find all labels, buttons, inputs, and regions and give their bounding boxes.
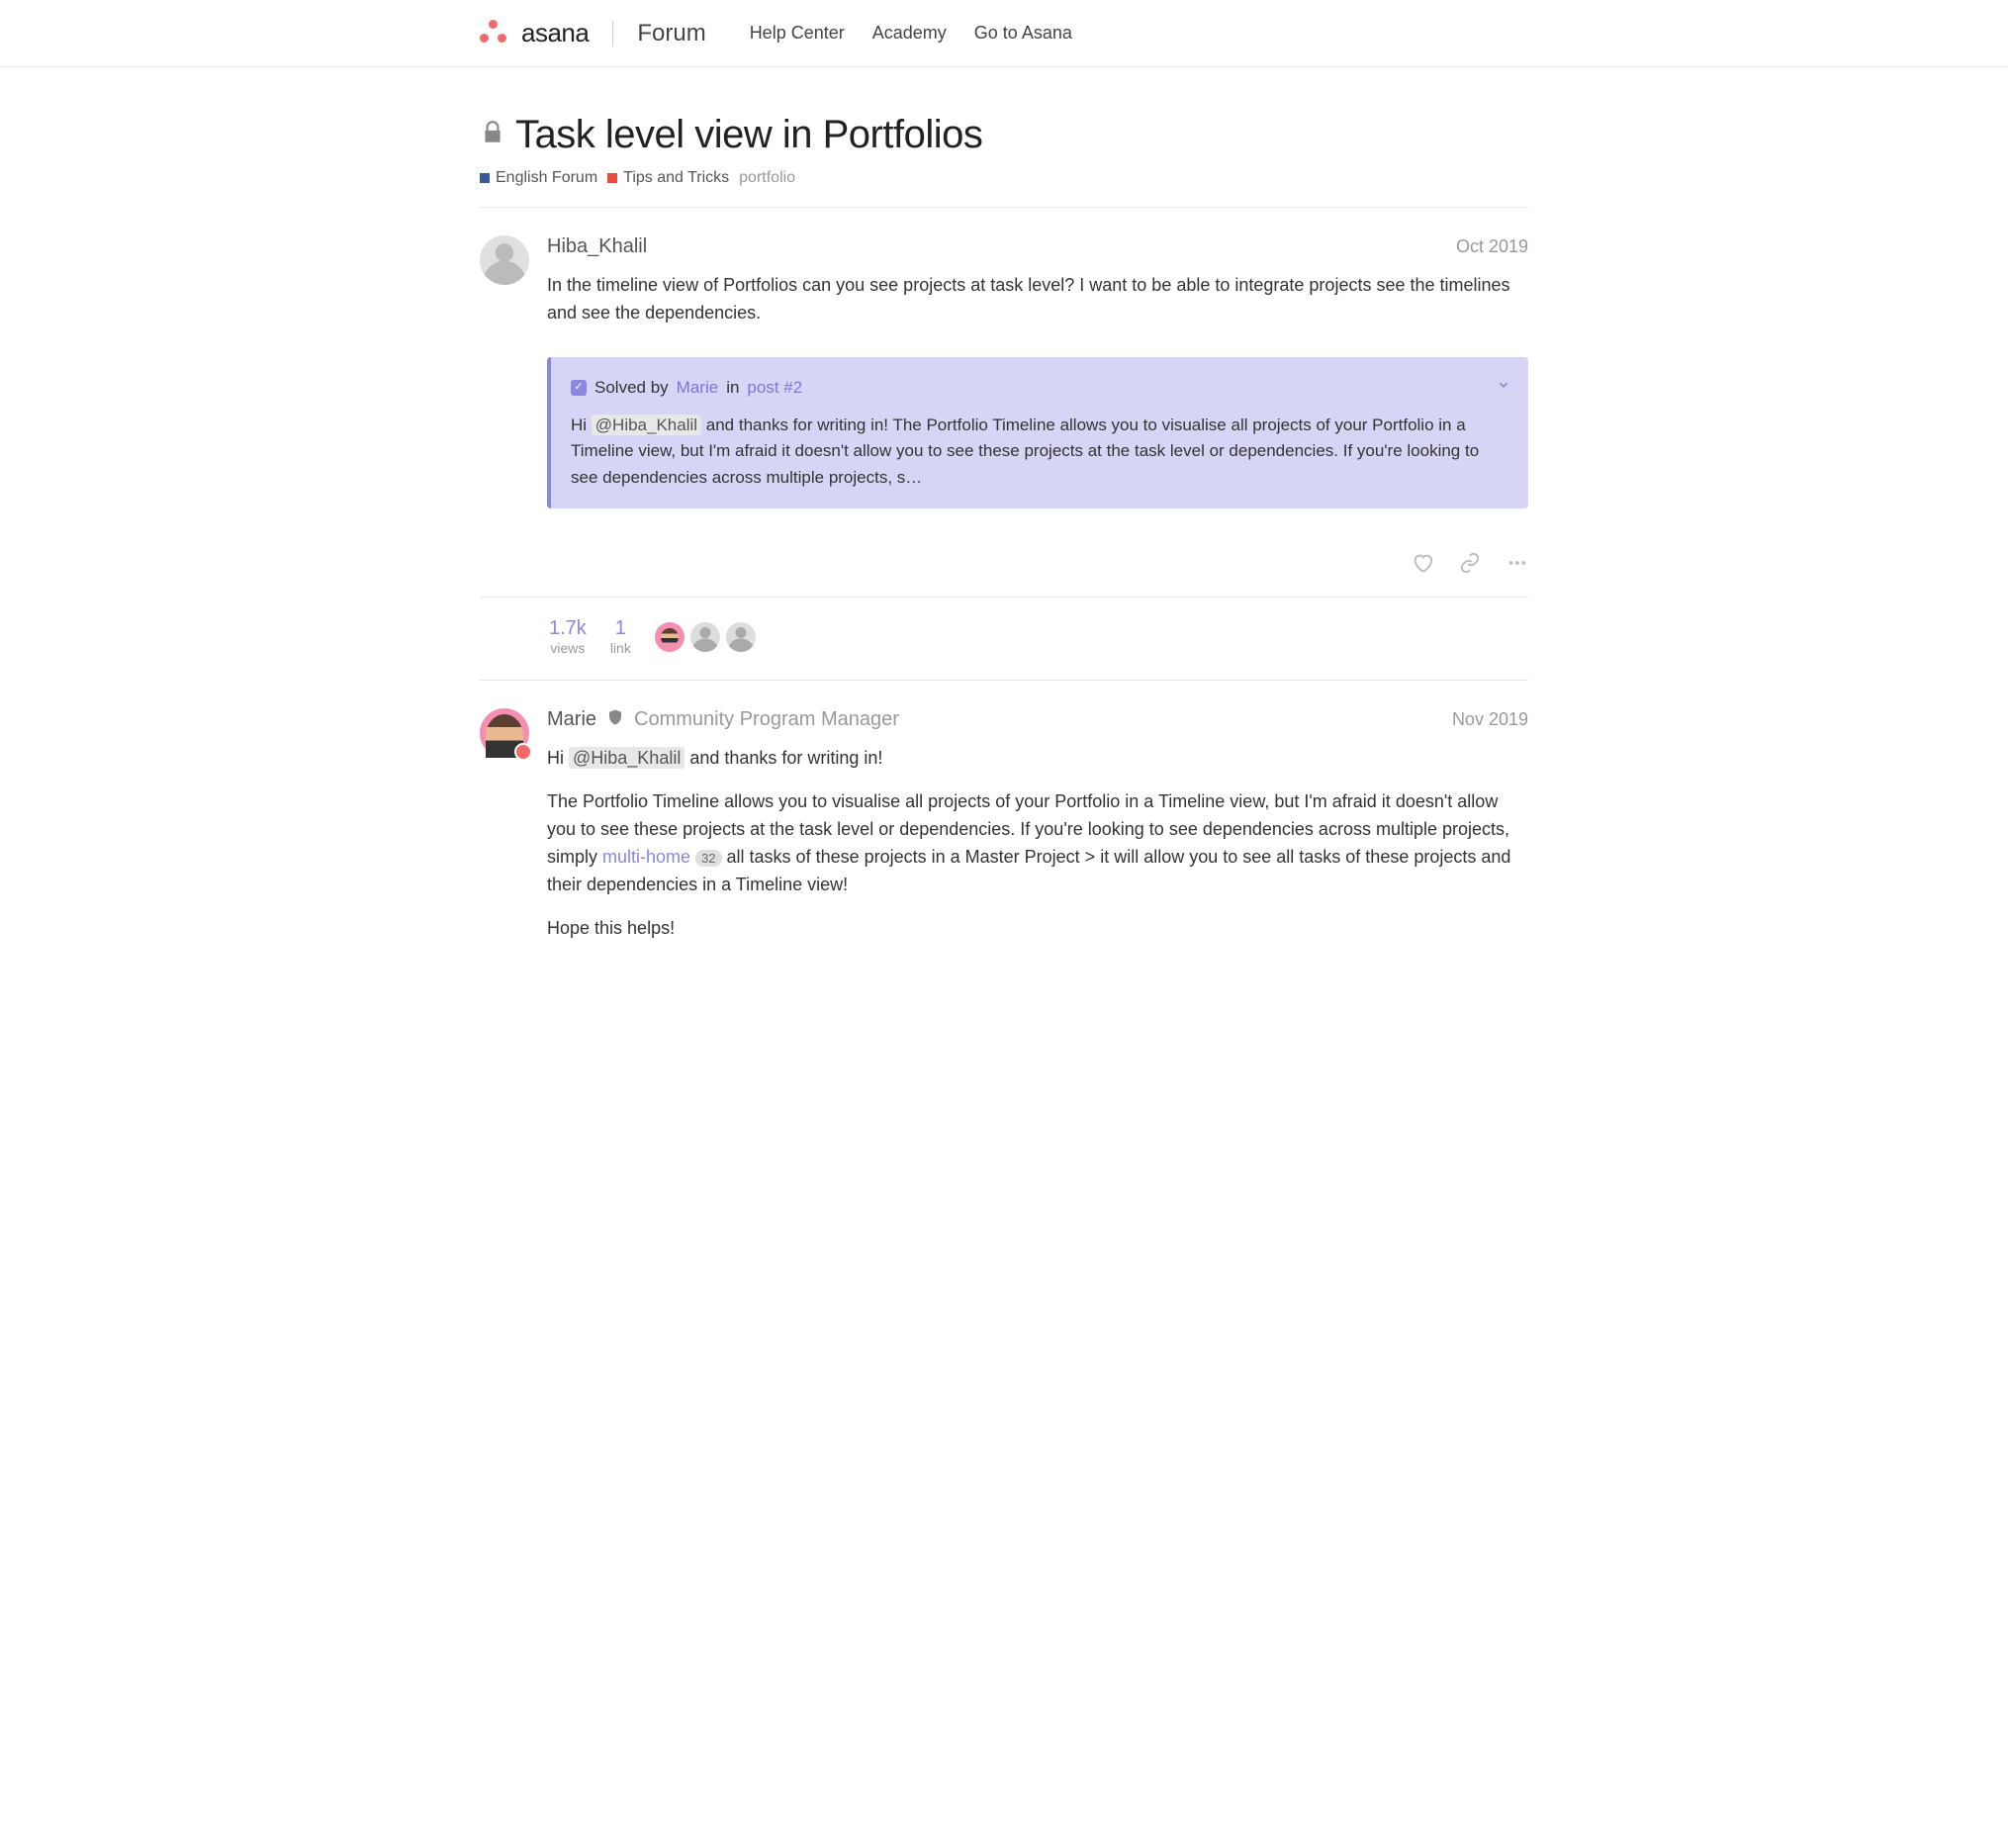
nav-help-center[interactable]: Help Center — [750, 23, 845, 44]
author-role: Community Program Manager — [634, 708, 899, 731]
solver-link[interactable]: Marie — [677, 375, 719, 401]
asana-logo-icon — [480, 20, 507, 47]
divider — [612, 21, 613, 46]
chevron-down-icon[interactable] — [1497, 373, 1510, 401]
post-actions — [547, 528, 1528, 597]
site-header: asana Forum Help Center Academy Go to As… — [0, 0, 2008, 67]
link-stat[interactable]: 1 link — [610, 617, 631, 656]
check-icon: ✓ — [571, 380, 587, 396]
post-body-main: The Portfolio Timeline allows you to vis… — [547, 788, 1528, 899]
participant-avatars — [655, 622, 756, 652]
category-tips-tricks[interactable]: Tips and Tricks — [607, 169, 729, 187]
more-menu-button[interactable] — [1506, 552, 1528, 579]
post: Hiba_Khalil Oct 2019 In the timeline vie… — [480, 207, 1528, 597]
nav-academy[interactable]: Academy — [872, 23, 947, 44]
share-link-button[interactable] — [1459, 552, 1481, 579]
post: Marie Community Program Manager Nov 2019… — [480, 680, 1528, 958]
logo[interactable]: asana — [480, 18, 589, 48]
like-button[interactable] — [1412, 552, 1433, 579]
solution-preview: Hi @Hiba_Khalil and thanks for writing i… — [571, 413, 1508, 491]
user-mention[interactable]: @Hiba_Khalil — [569, 747, 685, 769]
post-closing: Hope this helps! — [547, 915, 1528, 943]
topic-header: Task level view in Portfolios English Fo… — [480, 67, 1528, 207]
post-ref-link[interactable]: post #2 — [747, 375, 802, 401]
topic-stats: 1.7k views 1 link — [480, 597, 1528, 680]
nav-go-to-asana[interactable]: Go to Asana — [974, 23, 1072, 44]
post-greeting: Hi @Hiba_Khalil and thanks for writing i… — [547, 745, 1528, 773]
avatar[interactable] — [726, 622, 756, 652]
category-english-forum[interactable]: English Forum — [480, 169, 597, 187]
post-date[interactable]: Nov 2019 — [1452, 709, 1528, 730]
inline-link[interactable]: multi-home — [602, 847, 690, 867]
post-date[interactable]: Oct 2019 — [1456, 236, 1528, 257]
author-name[interactable]: Marie — [547, 708, 596, 731]
user-mention[interactable]: @Hiba_Khalil — [592, 415, 701, 435]
link-count-badge: 32 — [695, 850, 721, 867]
avatar[interactable] — [690, 622, 720, 652]
avatar[interactable] — [480, 708, 529, 758]
avatar[interactable] — [480, 235, 529, 285]
solution-box[interactable]: ✓ Solved by Marie in post #2 Hi @Hiba_Kh… — [547, 357, 1528, 508]
staff-badge-icon — [514, 743, 532, 761]
author-name[interactable]: Hiba_Khalil — [547, 235, 647, 258]
lock-icon — [480, 120, 505, 150]
topic-tag[interactable]: portfolio — [739, 169, 795, 187]
views-stat[interactable]: 1.7k views — [549, 617, 587, 656]
topic-title: Task level view in Portfolios — [515, 113, 982, 157]
forum-label[interactable]: Forum — [637, 20, 705, 47]
post-text: In the timeline view of Portfolios can y… — [547, 272, 1528, 327]
shield-icon — [606, 708, 624, 731]
avatar[interactable] — [655, 622, 685, 652]
header-nav: Help Center Academy Go to Asana — [750, 23, 1072, 44]
brand-name: asana — [521, 18, 589, 48]
